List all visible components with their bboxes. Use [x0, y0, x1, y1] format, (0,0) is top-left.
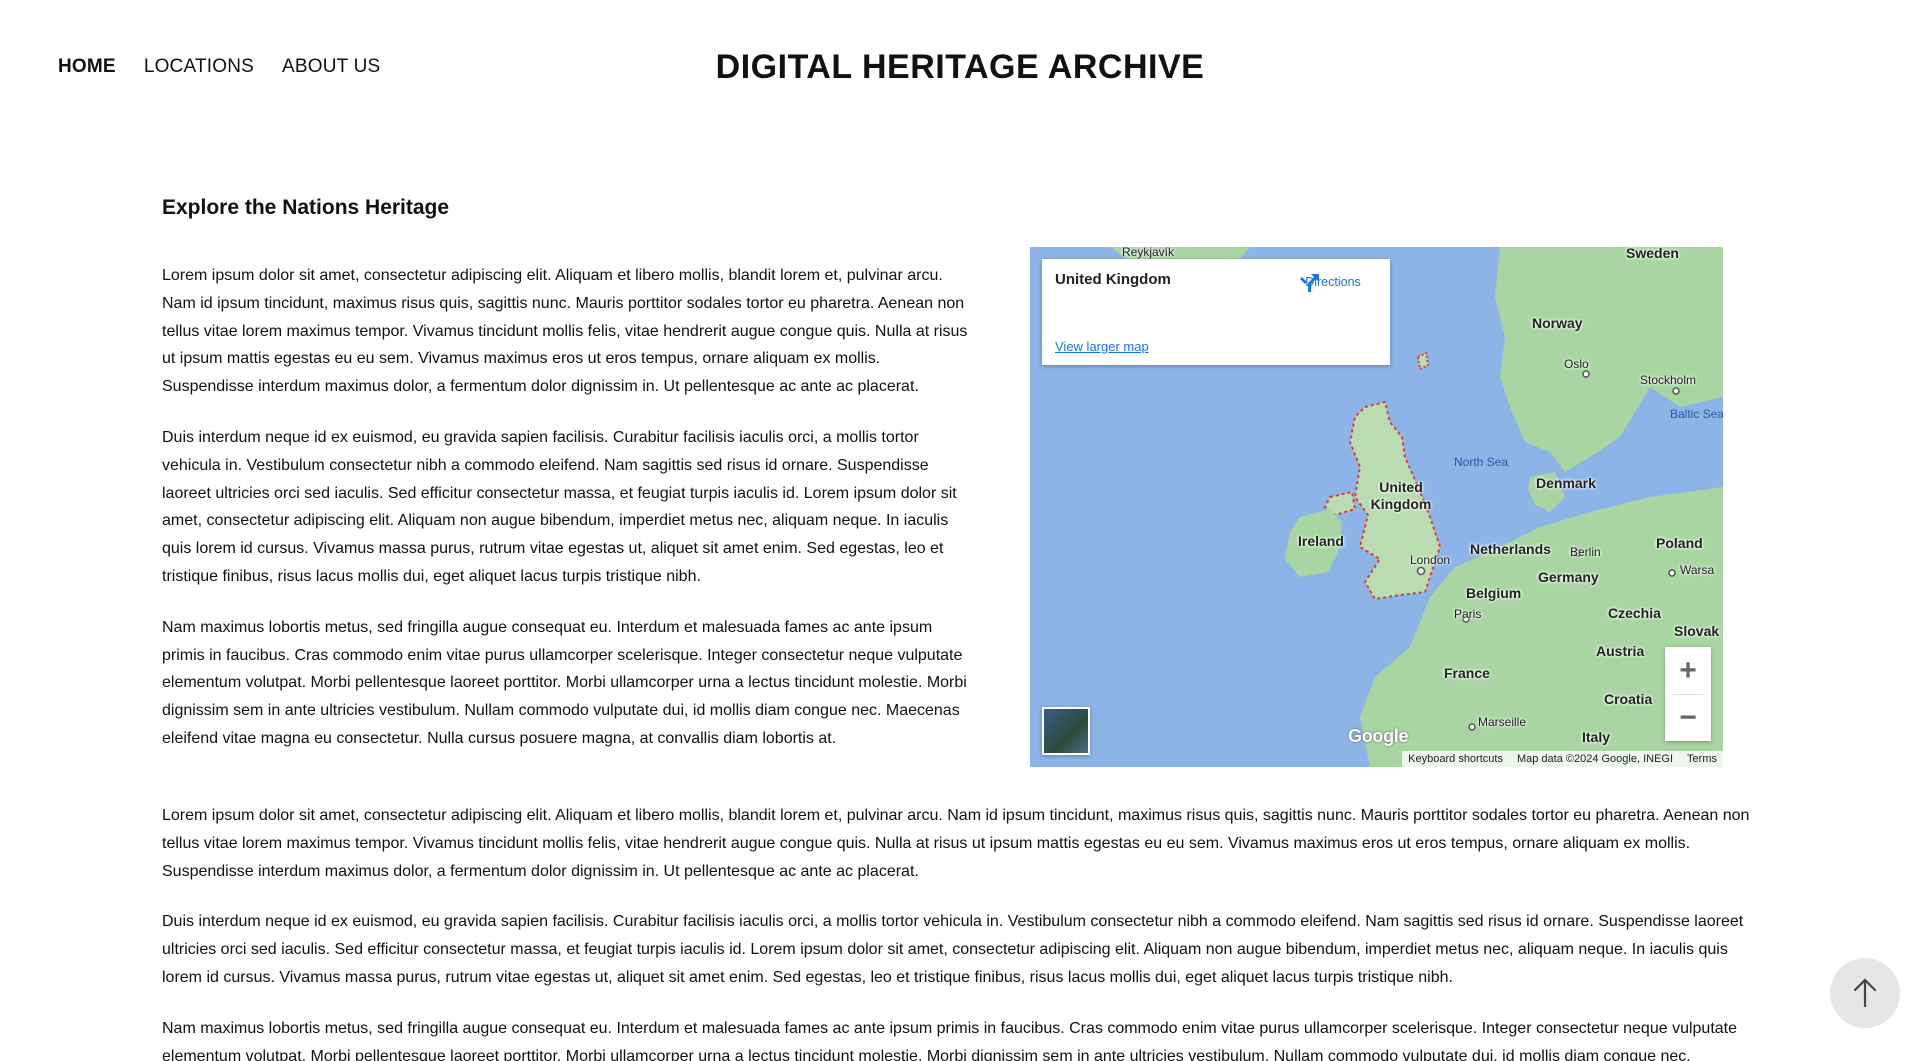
map-label-czechia: Czechia — [1608, 605, 1661, 621]
map-place-name: United Kingdom — [1055, 271, 1171, 288]
map-attribution: Keyboard shortcuts Map data ©2024 Google… — [1402, 751, 1723, 767]
body-text: Lorem ipsum dolor sit amet, consectetur … — [162, 802, 1772, 1061]
map-label-norway: Norway — [1532, 315, 1583, 331]
map-label-berlin: Berlin — [1570, 545, 1601, 559]
keyboard-shortcuts-link[interactable]: Keyboard shortcuts — [1408, 753, 1503, 765]
map-label-warsaw: Warsa — [1680, 563, 1715, 577]
map-label-france: France — [1444, 665, 1490, 681]
map-label-netherlands: Netherlands — [1470, 541, 1551, 557]
directions-button[interactable]: Directions — [1298, 271, 1368, 292]
intro-paragraph-3: Nam maximus lobortis metus, sed fringill… — [162, 618, 967, 747]
directions-icon — [1300, 274, 1319, 292]
map-zoom-controls: + − — [1665, 647, 1711, 741]
embedded-map[interactable]: Reykjavík Sweden Norway Oslo Stockholm B… — [1030, 247, 1723, 767]
map-label-belgium: Belgium — [1466, 585, 1522, 601]
map-label-ireland: Ireland — [1298, 533, 1344, 549]
intro-paragraph-1: Lorem ipsum dolor sit amet, consectetur … — [162, 267, 968, 396]
intro-text: Lorem ipsum dolor sit amet, consectetur … — [162, 262, 972, 776]
map-info-card: United Kingdom Directions View larger ma… — [1042, 259, 1390, 365]
zoom-divider — [1673, 694, 1703, 695]
google-logo: Google — [1348, 726, 1409, 746]
map-label-stockholm: Stockholm — [1640, 373, 1697, 387]
map-label-germany: Germany — [1538, 569, 1599, 585]
site-title[interactable]: DIGITAL HERITAGE ARCHIVE — [0, 48, 1920, 87]
map-label-oslo: Oslo — [1564, 357, 1589, 371]
terms-link[interactable]: Terms — [1687, 753, 1717, 765]
map-label-austria: Austria — [1596, 643, 1645, 659]
map-label-united-kingdom: United Kingdom — [1370, 479, 1432, 512]
body-paragraph-1: Lorem ipsum dolor sit amet, consectetur … — [162, 807, 1750, 880]
zoom-out-button[interactable]: − — [1665, 694, 1711, 741]
section-title: Explore the Nations Heritage — [162, 196, 450, 219]
satellite-layer-toggle[interactable] — [1042, 707, 1090, 755]
scroll-to-top-button[interactable] — [1830, 958, 1900, 1028]
map-label-marseille: Marseille — [1478, 715, 1527, 729]
zoom-in-button[interactable]: + — [1665, 647, 1711, 694]
map-label-slovakia: Slovak — [1674, 623, 1720, 639]
body-paragraph-2: Duis interdum neque id ex euismod, eu gr… — [162, 913, 1744, 986]
map-label-north-sea: North Sea — [1454, 455, 1509, 469]
map-label-paris: Paris — [1454, 607, 1482, 621]
map-label-croatia: Croatia — [1604, 691, 1653, 707]
map-label-denmark: Denmark — [1536, 475, 1596, 491]
map-label-baltic-sea: Baltic Sea — [1670, 407, 1723, 421]
arrow-up-icon — [1853, 978, 1877, 1008]
body-paragraph-3: Nam maximus lobortis metus, sed fringill… — [162, 1019, 1737, 1061]
map-label-london: London — [1410, 553, 1451, 567]
map-data-credit: Map data ©2024 Google, INEGI — [1516, 753, 1674, 765]
map-label-sweden: Sweden — [1626, 247, 1679, 261]
map-label-reykjavik: Reykjavík — [1122, 247, 1175, 259]
map-label-italy: Italy — [1582, 729, 1611, 745]
map-label-poland: Poland — [1656, 535, 1703, 551]
intro-paragraph-2: Duis interdum neque id ex euismod, eu gr… — [162, 428, 957, 585]
view-larger-map-link[interactable]: View larger map — [1055, 339, 1149, 354]
